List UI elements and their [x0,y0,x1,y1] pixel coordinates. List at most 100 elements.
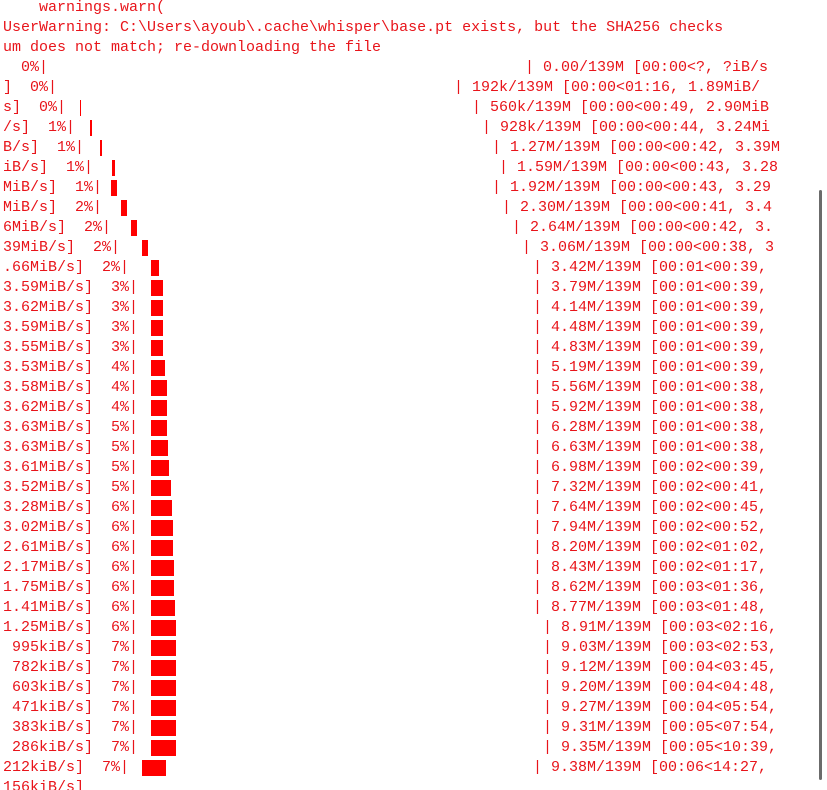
progress-bar-fill [151,660,176,676]
progress-stats: | 6.63M/139M [00:01<00:38, [533,439,768,456]
progress-rate-percent: 1.25MiB/s] 6%| [3,619,139,636]
progress-line: 3.62MiB/s] 4%| | 5.92M/139M [00:01<00:38, [0,398,827,418]
progress-rate-percent: 3.59MiB/s] 3%| [3,279,139,296]
progress-line: 3.53MiB/s] 4%| | 5.19M/139M [00:01<00:39, [0,358,827,378]
progress-line: 995kiB/s] 7%| | 9.03M/139M [00:03<02:53, [0,638,827,658]
progress-line: 286kiB/s] 7%| | 9.35M/139M [00:05<10:39, [0,738,827,758]
progress-line: 2.61MiB/s] 6%| | 8.20M/139M [00:02<01:02, [0,538,827,558]
progress-line: 1.75MiB/s] 6%| | 8.62M/139M [00:03<01:36, [0,578,827,598]
progress-bar-fill [151,580,174,596]
progress-rate-percent: 3.61MiB/s] 5%| [3,459,139,476]
progress-stats: | 9.35M/139M [00:05<10:39, [543,739,778,756]
progress-bar-fill [112,160,115,176]
progress-line: 3.63MiB/s] 5%| | 6.63M/139M [00:01<00:38, [0,438,827,458]
progress-line: 383kiB/s] 7%| | 9.31M/139M [00:05<07:54, [0,718,827,738]
progress-rate-percent: 3.59MiB/s] 3%| [3,319,139,336]
progress-line: 1.41MiB/s] 6%| | 8.77M/139M [00:03<01:48, [0,598,827,618]
progress-stats: | 5.92M/139M [00:01<00:38, [533,399,768,416]
progress-stats: | 8.43M/139M [00:02<01:17, [533,559,768,576]
progress-rate-percent: s] 0%| [3,99,67,116]
progress-stats: | 7.64M/139M [00:02<00:45, [533,499,768,516]
progress-rate-percent: iB/s] 1%| [3,159,94,176]
progress-bar-fill [151,400,167,416]
progress-line: 3.52MiB/s] 5%| | 7.32M/139M [00:02<00:41, [0,478,827,498]
progress-rate-percent: 3.63MiB/s] 5%| [3,439,139,456]
progress-stats: | 928k/139M [00:00<00:44, 3.24Mi [482,119,771,136]
progress-bar-fill [151,640,176,656]
progress-trailing-line: 156kiB/s] [3,779,85,790]
progress-bar-fill [151,700,176,716]
progress-rate-percent: 1.41MiB/s] 6%| [3,599,139,616]
progress-rate-percent: 3.62MiB/s] 4%| [3,399,139,416]
progress-stats: | 3.79M/139M [00:01<00:39, [533,279,768,296]
progress-line: 212kiB/s] 7%| | 9.38M/139M [00:06<14:27, [0,758,827,778]
progress-rate-percent: 3.28MiB/s] 6%| [3,499,139,516]
progress-line: MiB/s] 2%| | 2.30M/139M [00:00<00:41, 3.4 [0,198,827,218]
progress-bar-fill [90,120,92,136]
progress-stats: | 4.83M/139M [00:01<00:39, [533,339,768,356]
progress-rate-percent: /s] 1%| [3,119,76,136]
progress-bar-fill [100,140,102,156]
progress-bar-fill [111,180,117,196]
progress-rate-percent: 212kiB/s] 7%| [3,759,130,776]
progress-stats: | 0.00/139M [00:00<?, ?iB/s [525,59,769,76]
progress-line: B/s] 1%| | 1.27M/139M [00:00<00:42, 3.39M [0,138,827,158]
progress-line: 3.59MiB/s] 3%| | 4.48M/139M [00:01<00:39, [0,318,827,338]
progress-stats: | 2.64M/139M [00:00<00:42, 3. [512,219,774,236]
progress-stats: | 1.92M/139M [00:00<00:43, 3.29 [492,179,772,196]
progress-rate-percent: .66MiB/s] 2%| [3,259,130,276]
progress-rate-percent: 3.52MiB/s] 5%| [3,479,139,496]
progress-line: 3.28MiB/s] 6%| | 7.64M/139M [00:02<00:45, [0,498,827,518]
progress-line: 0%| | 0.00/139M [00:00<?, ?iB/s [0,58,827,78]
progress-line: 6MiB/s] 2%| | 2.64M/139M [00:00<00:42, 3. [0,218,827,238]
progress-bar-fill [151,520,173,536]
progress-bar-fill [151,300,163,316]
progress-bar-fill [151,280,163,296]
progress-rate-percent: 3.02MiB/s] 6%| [3,519,139,536]
progress-rate-percent: 383kiB/s] 7%| [3,719,139,736]
progress-line: 39MiB/s] 2%| | 3.06M/139M [00:00<00:38, 3 [0,238,827,258]
progress-rate-percent: MiB/s] 2%| [3,199,103,216]
progress-line: 3.59MiB/s] 3%| | 3.79M/139M [00:01<00:39, [0,278,827,298]
progress-stats: | 3.42M/139M [00:01<00:39, [533,259,768,276]
progress-rate-percent: 603kiB/s] 7%| [3,679,139,696]
progress-stats: | 8.91M/139M [00:03<02:16, [543,619,778,636]
progress-bar-fill [151,460,169,476]
progress-bar-fill [151,680,176,696]
progress-bar-fill [151,260,159,276]
progress-stats: | 9.12M/139M [00:04<03:45, [543,659,778,676]
progress-bar-fill [151,320,163,336]
progress-bar-fill [121,200,127,216]
progress-stats: | 4.14M/139M [00:01<00:39, [533,299,768,316]
progress-bar-fill [80,100,81,116]
progress-line: 782kiB/s] 7%| | 9.12M/139M [00:04<03:45, [0,658,827,678]
progress-stats: | 5.19M/139M [00:01<00:39, [533,359,768,376]
progress-stats: | 1.59M/139M [00:00<00:43, 3.28 [499,159,779,176]
progress-line: 3.63MiB/s] 5%| | 6.28M/139M [00:01<00:38, [0,418,827,438]
progress-stats: | 6.98M/139M [00:02<00:39, [533,459,768,476]
progress-stats: | 8.20M/139M [00:02<01:02, [533,539,768,556]
progress-rate-percent: 995kiB/s] 7%| [3,639,139,656]
vertical-scrollbar[interactable] [814,0,827,790]
progress-rate-percent: 3.53MiB/s] 4%| [3,359,139,376]
progress-bar-fill [151,500,172,516]
progress-stats: | 8.62M/139M [00:03<01:36, [533,579,768,596]
progress-stats: | 9.27M/139M [00:04<05:54, [543,699,778,716]
progress-line: 2.17MiB/s] 6%| | 8.43M/139M [00:02<01:17, [0,558,827,578]
progress-stats: | 1.27M/139M [00:00<00:42, 3.39M [492,139,781,156]
progress-line: 3.58MiB/s] 4%| | 5.56M/139M [00:01<00:38, [0,378,827,398]
progress-line: 3.02MiB/s] 6%| | 7.94M/139M [00:02<00:52, [0,518,827,538]
progress-rate-percent: B/s] 1%| [3,139,85,156]
scrollbar-thumb[interactable] [819,190,822,780]
progress-stats: | 9.31M/139M [00:05<07:54, [543,719,778,736]
progress-rate-percent: 1.75MiB/s] 6%| [3,579,139,596]
progress-rate-percent: 471kiB/s] 7%| [3,699,139,716]
progress-rate-percent: 782kiB/s] 7%| [3,659,139,676]
user-warning-line-2: um does not match; re-downloading the fi… [3,39,382,56]
progress-line: iB/s] 1%| | 1.59M/139M [00:00<00:43, 3.28 [0,158,827,178]
progress-rate-percent: 286kiB/s] 7%| [3,739,139,756]
progress-stats: | 7.94M/139M [00:02<00:52, [533,519,768,536]
progress-stats: | 2.30M/139M [00:00<00:41, 3.4 [502,199,773,216]
progress-stats: | 9.03M/139M [00:03<02:53, [543,639,778,656]
progress-line: MiB/s] 1%| | 1.92M/139M [00:00<00:43, 3.2… [0,178,827,198]
